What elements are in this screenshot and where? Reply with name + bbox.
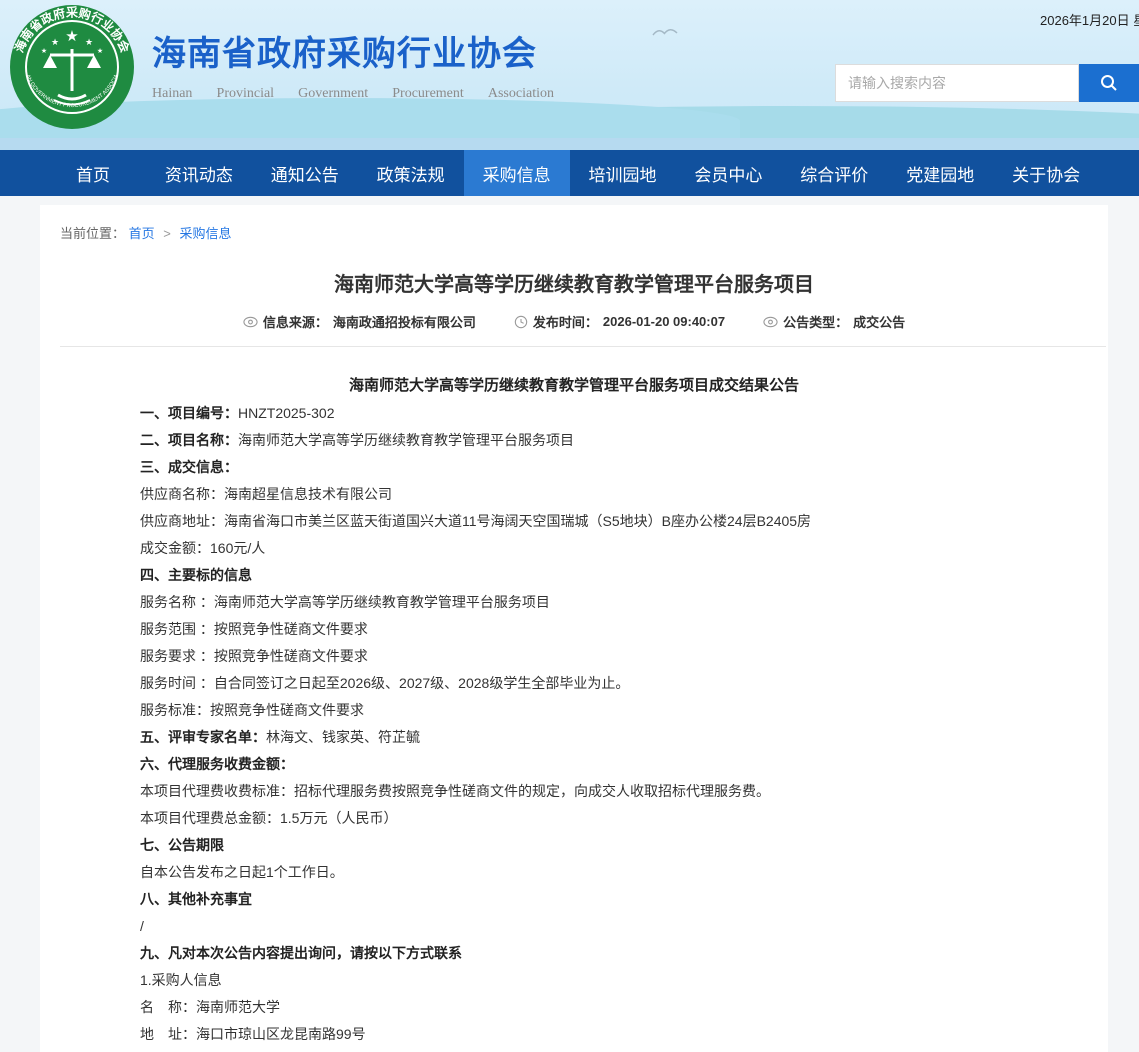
- body-line: 二、项目名称：海南师范大学高等学历继续教育教学管理平台服务项目: [140, 431, 1008, 449]
- search-bar: [835, 64, 1139, 102]
- article-meta: 信息来源： 海南政通招投标有限公司 发布时间： 2026-01-20 09:40:0…: [40, 312, 1108, 331]
- body-line: 五、评审专家名单：林海文、钱家英、符芷毓: [140, 728, 1008, 746]
- nav-item-party[interactable]: 党建园地: [887, 150, 993, 196]
- meta-time-label: 发布时间：: [533, 312, 598, 331]
- breadcrumb-link-home[interactable]: 首页: [129, 226, 155, 241]
- magnifier-icon: [1100, 74, 1118, 92]
- body-line: 本项目代理费收费标准：招标代理服务费按照竞争性磋商文件的规定，向成交人收取招标代…: [140, 782, 1008, 800]
- nav-item-procurement[interactable]: 采购信息: [464, 150, 570, 196]
- nav-item-training[interactable]: 培训园地: [570, 150, 676, 196]
- site-subtitle-word: Procurement: [392, 86, 464, 102]
- header-strip-decoration: [0, 138, 1139, 150]
- body-line: 九、凡对本次公告内容提出询问，请按以下方式联系: [140, 944, 1008, 962]
- current-date: 2026年1月20日 星期二: [1040, 10, 1139, 29]
- body-line: 本项目代理费总金额：1.5万元（人民币）: [140, 809, 1008, 827]
- meta-type: 公告类型： 成交公告: [763, 312, 905, 331]
- body-line: 四、主要标的信息: [140, 566, 1008, 584]
- svg-text:★: ★: [97, 47, 103, 55]
- body-line: 地 址：海口市琼山区龙昆南路99号: [140, 1025, 1008, 1043]
- nav-item-notice[interactable]: 通知公告: [252, 150, 358, 196]
- body-line: 供应商地址：海南省海口市美兰区蓝天街道国兴大道11号海阔天空国瑞城（S5地块）B…: [140, 512, 1008, 530]
- article-title: 海南师范大学高等学历继续教育教学管理平台服务项目: [80, 268, 1068, 297]
- site-subtitle-word: Hainan: [152, 86, 192, 102]
- svg-text:★: ★: [65, 28, 78, 45]
- nav-item-news[interactable]: 资讯动态: [146, 150, 252, 196]
- meta-time: 发布时间： 2026-01-20 09:40:07: [514, 312, 725, 331]
- site-subtitle-word: Government: [298, 86, 368, 102]
- body-line: 七、公告期限: [140, 836, 1008, 854]
- body-line: 海南师范大学高等学历继续教育教学管理平台服务项目成交结果公告: [140, 377, 1008, 395]
- eye-icon: [243, 316, 258, 328]
- site-subtitle: Hainan Provincial Government Procurement Ass…: [152, 86, 554, 102]
- eye-icon: [763, 316, 778, 328]
- body-line: 自本公告发布之日起1个工作日。: [140, 863, 1008, 881]
- site-subtitle-word: Association: [488, 86, 554, 102]
- body-line: 八、其他补充事宜: [140, 890, 1008, 908]
- search-input[interactable]: [835, 64, 1079, 102]
- body-line: 三、成交信息：: [140, 458, 1008, 476]
- svg-text:★: ★: [41, 47, 47, 55]
- body-line: 六、代理服务收费金额：: [140, 755, 1008, 773]
- body-line: 供应商名称：海南超星信息技术有限公司: [140, 485, 1008, 503]
- body-line: 一、项目编号：HNZT2025-302: [140, 404, 1008, 422]
- body-line: 1.采购人信息: [140, 971, 1008, 989]
- meta-type-label: 公告类型：: [783, 312, 848, 331]
- body-line: 服务名称 ：海南师范大学高等学历继续教育教学管理平台服务项目: [140, 593, 1008, 611]
- site-title-block: 海南省政府采购行业协会 Hainan Provincial Government Pr…: [152, 36, 554, 102]
- clock-icon: [514, 315, 528, 329]
- meta-source-value: 海南政通招投标有限公司: [333, 312, 476, 331]
- main-nav: 首页资讯动态通知公告政策法规采购信息培训园地会员中心综合评价党建园地关于协会: [0, 150, 1139, 196]
- nav-item-policy[interactable]: 政策法规: [358, 150, 464, 196]
- breadcrumb-label: 当前位置：: [60, 226, 125, 241]
- meta-source: 信息来源： 海南政通招投标有限公司: [243, 312, 476, 331]
- article-body: 海南师范大学高等学历继续教育教学管理平台服务项目成交结果公告一、项目编号：HNZ…: [40, 347, 1108, 1043]
- body-line: 服务时间 ：自合同签订之日起至2026级、2027级、2028级学生全部毕业为止…: [140, 674, 1008, 692]
- page: 海南省政府采购行业协会 HAINAN GOVERNMENT PROCUREMEN…: [0, 0, 1139, 1052]
- association-logo-icon: 海南省政府采购行业协会 HAINAN GOVERNMENT PROCUREMEN…: [8, 3, 136, 131]
- content-card: 当前位置： 首页 > 采购信息 海南师范大学高等学历继续教育教学管理平台服务项目…: [40, 205, 1108, 1052]
- content-area: 当前位置： 首页 > 采购信息 海南师范大学高等学历继续教育教学管理平台服务项目…: [0, 205, 1139, 1052]
- body-line: /: [140, 917, 1008, 935]
- body-line: 服务标准：按照竞争性磋商文件要求: [140, 701, 1008, 719]
- meta-type-value: 成交公告: [853, 312, 905, 331]
- meta-time-value: 2026-01-20 09:40:07: [603, 314, 725, 329]
- search-button[interactable]: [1079, 64, 1139, 102]
- body-line: 服务要求 ：按照竞争性磋商文件要求: [140, 647, 1008, 665]
- meta-source-label: 信息来源：: [263, 312, 328, 331]
- site-header: 海南省政府采购行业协会 HAINAN GOVERNMENT PROCUREMEN…: [0, 0, 1139, 150]
- nav-item-member[interactable]: 会员中心: [675, 150, 781, 196]
- site-subtitle-word: Provincial: [217, 86, 275, 102]
- nav-item-about[interactable]: 关于协会: [993, 150, 1099, 196]
- body-line: 成交金额：160元/人: [140, 539, 1008, 557]
- breadcrumb-separator: >: [163, 226, 171, 241]
- svg-text:★: ★: [85, 37, 93, 47]
- body-line: 服务范围 ：按照竞争性磋商文件要求: [140, 620, 1008, 638]
- site-title: 海南省政府采购行业协会: [152, 36, 554, 73]
- nav-item-home[interactable]: 首页: [40, 150, 146, 196]
- body-line: 名 称：海南师范大学: [140, 998, 1008, 1016]
- bird-decoration-icon: [652, 26, 678, 38]
- breadcrumb-link-procurement[interactable]: 采购信息: [180, 226, 232, 241]
- svg-text:★: ★: [51, 37, 59, 47]
- nav-item-evaluation[interactable]: 综合评价: [781, 150, 887, 196]
- breadcrumb: 当前位置： 首页 > 采购信息: [40, 205, 1108, 242]
